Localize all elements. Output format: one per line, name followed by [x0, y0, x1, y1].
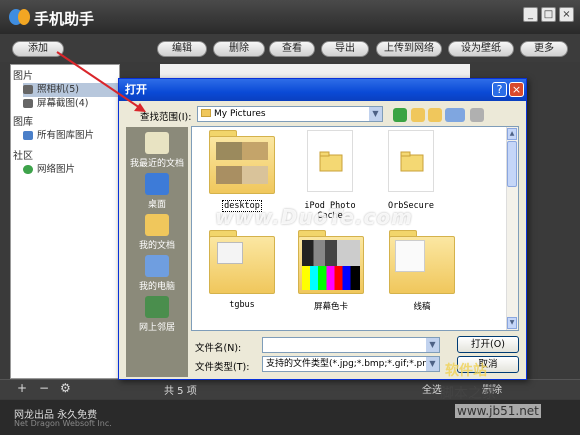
duote-watermark: www.DuoTe.com: [215, 205, 413, 229]
jb51-title-watermark: 脚本之家: [440, 386, 496, 402]
jb51-url-watermark: www.jb51.net: [455, 404, 541, 418]
side-watermark: 软件站: [445, 363, 487, 379]
